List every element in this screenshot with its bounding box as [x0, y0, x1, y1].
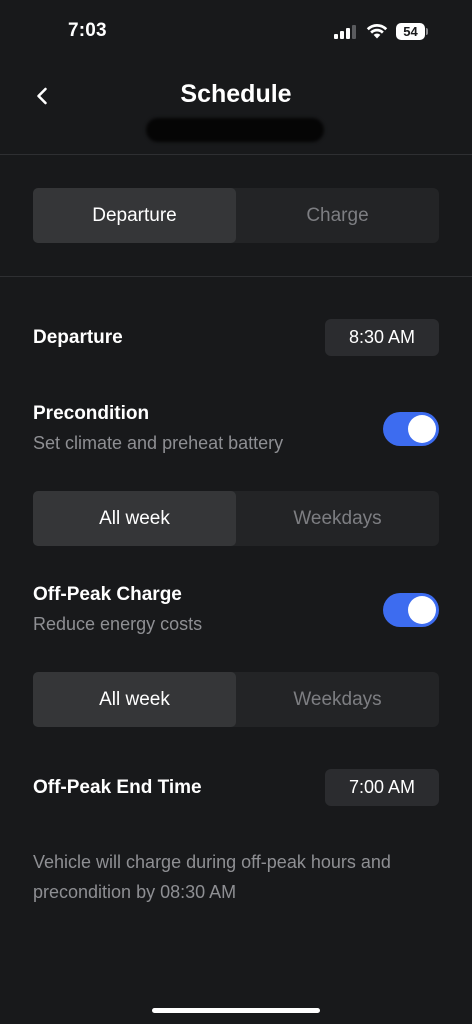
- departure-time-button[interactable]: 8:30 AM: [325, 319, 439, 356]
- toggle-knob: [408, 596, 436, 624]
- off-peak-all-week-option[interactable]: All week: [33, 672, 236, 727]
- battery-icon: 54: [396, 23, 428, 40]
- tab-charge[interactable]: Charge: [236, 188, 439, 243]
- precondition-weekdays-option[interactable]: Weekdays: [236, 491, 439, 546]
- precondition-label: Precondition: [33, 403, 150, 424]
- off-peak-charge-description: Reduce energy costs: [33, 614, 203, 634]
- schedule-summary-text: Vehicle will charge during off-peak hour…: [33, 852, 391, 902]
- header-divider: [0, 154, 472, 155]
- battery-level: 54: [403, 24, 418, 39]
- toggle-knob: [408, 415, 436, 443]
- tab-departure[interactable]: Departure: [33, 188, 236, 243]
- off-peak-charge-label: Off-Peak Charge: [33, 584, 182, 605]
- home-indicator[interactable]: [152, 1008, 320, 1013]
- precondition-days-selector: All week Weekdays: [33, 491, 439, 546]
- tabs-divider: [0, 276, 472, 277]
- page-title: Schedule: [180, 80, 292, 108]
- status-time: 7:03: [68, 20, 107, 41]
- departure-label: Departure: [33, 327, 123, 348]
- header: Schedule: [0, 64, 472, 154]
- off-peak-days-selector: All week Weekdays: [33, 672, 439, 727]
- off-peak-end-time-button[interactable]: 7:00 AM: [325, 769, 439, 806]
- cellular-signal-icon: [334, 25, 360, 39]
- off-peak-charge-toggle[interactable]: [383, 593, 439, 627]
- off-peak-end-time-label: Off-Peak End Time: [33, 777, 202, 798]
- status-bar: 7:03 54: [0, 0, 472, 64]
- precondition-all-week-option[interactable]: All week: [33, 491, 236, 546]
- precondition-toggle[interactable]: [383, 412, 439, 446]
- mode-tabs: Departure Charge: [33, 188, 439, 243]
- redacted-vehicle-name: [146, 118, 324, 142]
- precondition-description: Set climate and preheat battery: [33, 433, 284, 453]
- off-peak-weekdays-option[interactable]: Weekdays: [236, 672, 439, 727]
- wifi-icon: [366, 23, 388, 39]
